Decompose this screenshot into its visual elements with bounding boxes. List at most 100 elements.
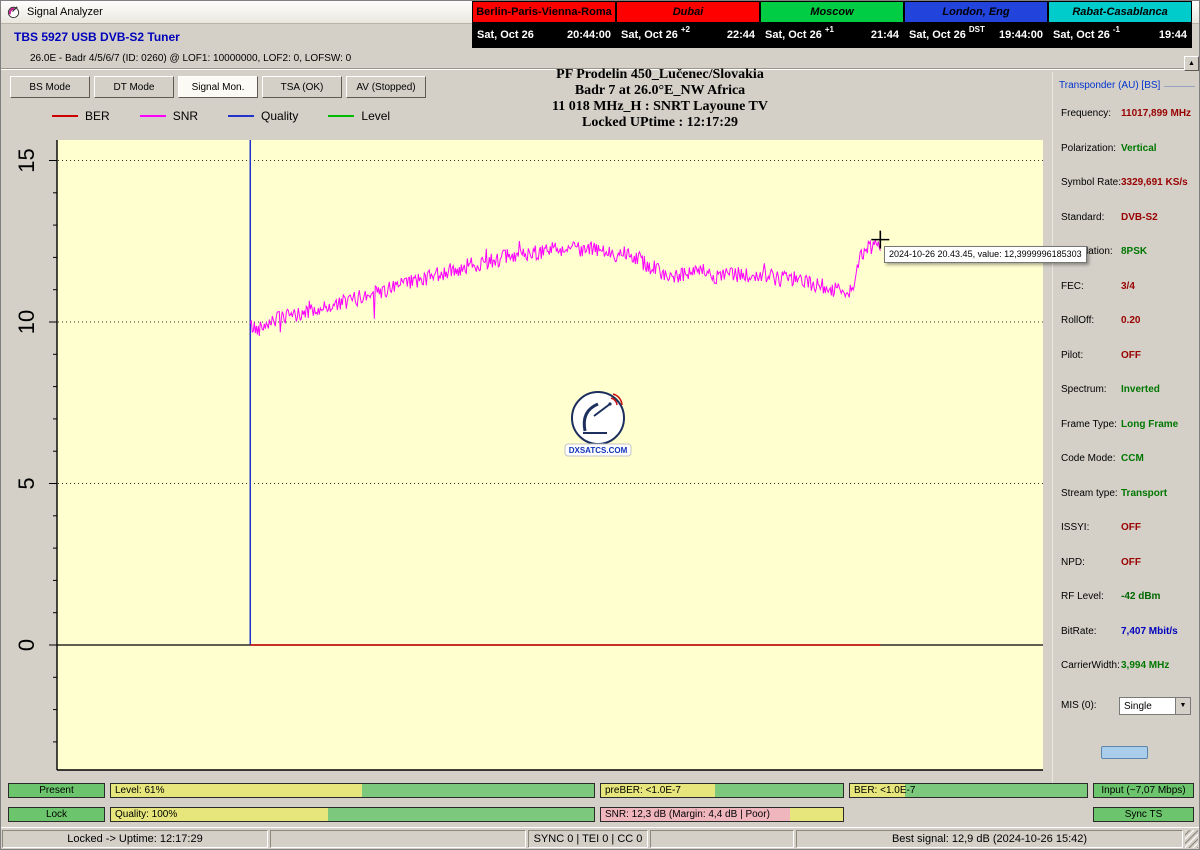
signal-chart[interactable]: 0 5 10 15 DXSATCS.COM [8,105,1048,777]
status-cell-label: Input (~7,07 Mbps) [1094,785,1193,796]
mis-row: MIS (0): Single ▼ [1061,700,1197,718]
clock-time: Sat, Oct 26DST19:44:00 [905,23,1047,47]
panel-button[interactable] [1101,746,1148,759]
status-cell-fill [328,808,594,821]
tuner-config: 26.0E - Badr 4/5/6/7 (ID: 0260) @ LOF1: … [30,53,351,64]
world-clock-0: Berlin-Paris-Vienna-RomaSat, Oct 2620:44… [472,1,616,48]
app-icon [6,4,21,19]
transponder-field-spectrum: Spectrum:Inverted [1061,384,1197,398]
field-value: OFF [1121,522,1141,533]
field-label: NPD: [1061,557,1085,568]
logo-text: DXSATCS.COM [569,446,628,455]
clock-time-value: 20:44:00 [567,29,611,41]
window-title: Signal Analyzer [27,6,103,18]
transponder-field-issyi: ISSYI: OFF [1061,522,1197,536]
transponder-field-streamtype: Stream type:Transport [1061,488,1197,502]
clock-date: Sat, Oct 26 [765,29,822,41]
status-cell-snr: SNR: 12,3 dB (Margin: 4,4 dB | Poor) [600,807,844,822]
transponder-field-frametype: Frame Type: Long Frame [1061,419,1197,433]
field-label: Code Mode: [1061,453,1115,464]
field-value: Inverted [1121,384,1160,395]
statusbar-spacer-1 [270,830,526,848]
mis-select[interactable]: Single ▼ [1119,697,1191,715]
field-value: 11017,899 MHz [1121,108,1191,119]
field-label: Frame Type: [1061,419,1117,430]
status-row-2: LockQuality: 100%SNR: 12,3 dB (Margin: 4… [8,807,1196,822]
status-cell-preber: preBER: <1.0E-7 [600,783,844,798]
legend-item-snr: SNR [140,109,198,123]
tab-av-stopped[interactable]: AV (Stopped) [346,76,426,98]
legend-swatch [228,115,254,117]
ytick-label-0: 0 [14,639,39,651]
transponder-field-pilot: Pilot: OFF [1061,350,1197,364]
clock-city-label: London, Eng [905,2,1047,23]
clock-time: Sat, Oct 26+222:44 [617,23,759,47]
field-label: Pilot: [1061,350,1083,361]
status-cell-input-7-07-mbps: Input (~7,07 Mbps) [1093,783,1194,798]
tab-bs-mode[interactable]: BS Mode [10,76,90,98]
chart-tooltip: 2024-10-26 20.43.45, value: 12,399999618… [884,246,1087,263]
field-value: Long Frame [1121,419,1178,430]
transponder-field-standard: Standard:DVB-S2 [1061,212,1197,226]
clock-date: Sat, Oct 26 [621,29,678,41]
clock-time: Sat, Oct 26-119:44 [1049,23,1191,47]
field-label: Symbol Rate: [1061,177,1121,188]
clock-time-value: 19:44 [1159,29,1187,41]
status-cell-label: Present [9,785,104,796]
legend-item-quality: Quality [228,109,298,123]
transponder-field-npd: NPD: OFF [1061,557,1197,571]
tab-signal-mon[interactable]: Signal Mon. [178,76,258,98]
field-label: RF Level: [1061,591,1104,602]
field-value: Transport [1121,488,1167,499]
field-label: RollOff: [1061,315,1094,326]
legend-swatch [52,115,78,117]
ytick-label-5: 5 [14,477,39,489]
status-cell-fill [790,808,843,821]
plot-background [57,140,1043,770]
field-value: 3,994 MHz [1121,660,1169,671]
clock-offset: +2 [681,25,690,34]
status-cell-fill [362,784,594,797]
status-cell-label: BER: <1.0E-7 [854,785,915,796]
ytick-label-10: 10 [14,310,39,334]
mis-value: Single [1120,698,1175,714]
mis-label: MIS (0): [1061,700,1097,711]
status-cell-fill [905,784,1087,797]
monitor-header-line-4: Locked UPtime : 12:17:29 [380,115,940,131]
legend-item-ber: BER [52,109,110,123]
tuner-name: TBS 5927 USB DVB-S2 Tuner [14,30,180,44]
field-value: OFF [1121,557,1141,568]
field-label: Stream type: [1061,488,1118,499]
tab-tsa-ok[interactable]: TSA (OK) [262,76,342,98]
field-label: FEC: [1061,281,1084,292]
clock-city-label: Rabat-Casablanca [1049,2,1191,23]
clock-offset: +1 [825,25,834,34]
field-value: 7,407 Mbit/s [1121,626,1178,637]
field-value: DVB-S2 [1121,212,1158,223]
chevron-down-icon[interactable]: ▼ [1175,698,1190,714]
field-label: BitRate: [1061,626,1097,637]
clock-date: Sat, Oct 26 [477,29,534,41]
scroll-up-button[interactable]: ▲ [1184,56,1199,71]
transponder-field-symbolrate: Symbol Rate:3329,691 KS/s [1061,177,1197,191]
statusbar-uptime: Locked -> Uptime: 12:17:29 [2,830,268,848]
field-label: Frequency: [1061,108,1111,119]
field-value: OFF [1121,350,1141,361]
status-cell-label: Level: 61% [115,785,164,796]
field-label: ISSYI: [1061,522,1089,533]
clock-city-label: Moscow [761,2,903,23]
ytick-label-15: 15 [14,148,39,172]
field-value: -42 dBm [1121,591,1160,602]
clock-time-value: 19:44:00 [999,29,1043,41]
tab-dt-mode[interactable]: DT Mode [94,76,174,98]
clock-offset: DST [969,25,985,34]
resize-grip[interactable] [1185,830,1198,848]
statusbar-sync-counters: SYNC 0 | TEI 0 | CC 0 [528,830,648,848]
scroll-up-icon: ▲ [1188,60,1195,67]
field-value: 3329,691 KS/s [1121,177,1188,188]
field-value: 8PSK [1121,246,1147,257]
legend-swatch [140,115,166,117]
transponder-field-codemode: Code Mode:CCM [1061,453,1197,467]
status-cell-lock: Lock [8,807,105,822]
monitor-header-line-2: Badr 7 at 26.0°E_NW Africa [380,83,940,99]
